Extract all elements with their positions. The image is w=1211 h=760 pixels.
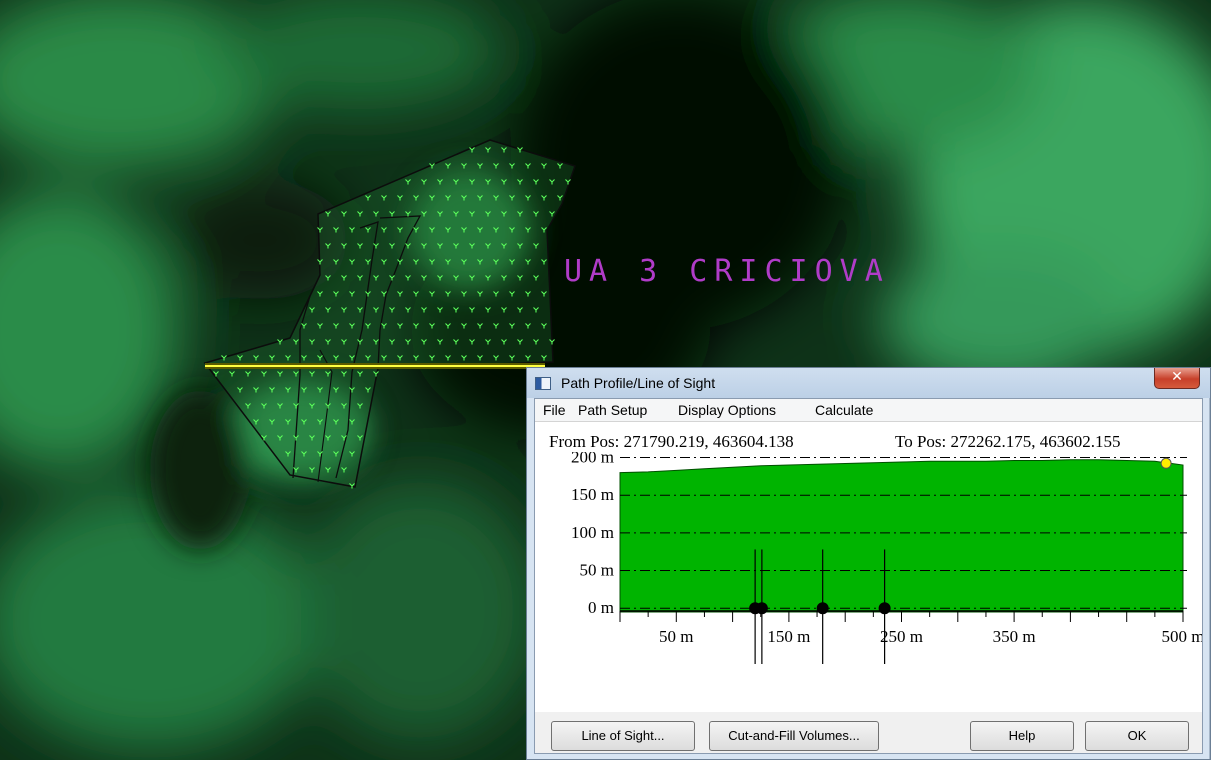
ok-button[interactable]: OK: [1085, 721, 1189, 751]
y-tick-label: 150 m: [571, 485, 614, 504]
x-tick-label: 150 m: [767, 627, 810, 646]
dialog-titlebar[interactable]: Path Profile/Line of Sight ✕: [527, 368, 1210, 398]
from-position: From Pos: 271790.219, 463604.138: [549, 432, 794, 451]
help-button[interactable]: Help: [970, 721, 1074, 751]
path-profile-dialog[interactable]: Path Profile/Line of Sight ✕ File Path S…: [526, 367, 1211, 760]
menu-display-options[interactable]: Display Options: [678, 402, 776, 418]
line-of-sight-button[interactable]: Line of Sight...: [551, 721, 695, 751]
x-tick-label: 250 m: [880, 627, 923, 646]
profile-panel[interactable]: From Pos: 271790.219, 463604.138 To Pos:…: [535, 422, 1202, 712]
x-tick-label: 50 m: [659, 627, 693, 646]
y-tick-label: 0 m: [588, 598, 614, 617]
menu-calculate[interactable]: Calculate: [815, 402, 873, 418]
close-icon: ✕: [1171, 369, 1183, 385]
terrain-profile-area: [619, 459, 1184, 613]
dialog-client: File Path Setup Display Options Calculat…: [534, 398, 1203, 754]
x-tick-label: 500 m: [1162, 627, 1202, 646]
close-button[interactable]: ✕: [1154, 368, 1200, 389]
menu-path-setup[interactable]: Path Setup: [578, 402, 647, 418]
window-icon: [535, 377, 551, 390]
observer-point[interactable]: [1160, 457, 1172, 469]
cut-and-fill-volumes-button[interactable]: Cut-and-Fill Volumes...: [709, 721, 879, 751]
menu-bar: File Path Setup Display Options Calculat…: [535, 399, 1202, 422]
dialog-title: Path Profile/Line of Sight: [561, 375, 716, 391]
menu-file[interactable]: File: [543, 402, 566, 418]
y-tick-label: 200 m: [571, 452, 614, 467]
x-tick-label: 350 m: [993, 627, 1036, 646]
y-tick-label: 100 m: [571, 523, 614, 542]
map-area-label: UA 3 CRICIOVA: [564, 254, 890, 289]
feature-marker-point[interactable]: [878, 602, 891, 615]
y-tick-label: 50 m: [580, 561, 614, 580]
feature-marker-point[interactable]: [755, 602, 768, 615]
elevation-profile-chart[interactable]: 200 m 150 m 100 m 50 m 0 m 50 m 150 m 250 m 350 …: [535, 452, 1202, 712]
feature-marker-point[interactable]: [816, 602, 829, 615]
to-position: To Pos: 272262.175, 463602.155: [895, 432, 1121, 451]
